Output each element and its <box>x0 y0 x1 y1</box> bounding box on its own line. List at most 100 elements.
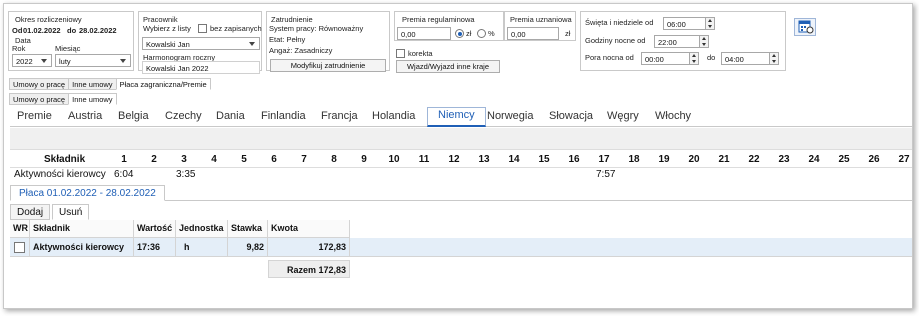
harmonogram-value: Kowalski Jan 2022 <box>146 64 209 73</box>
rok-label: Rok <box>12 44 26 53</box>
nocne-input[interactable]: 22:00 <box>654 35 709 48</box>
day-8: 8 <box>331 154 337 165</box>
main-window: Okres rozliczeniowy Od 01.02.2022 do 28.… <box>3 3 913 309</box>
premia-pct-radio[interactable] <box>477 29 486 38</box>
subtab2-inne-umowy[interactable]: Inne umowy <box>68 93 117 105</box>
tab-belgia[interactable]: Belgia <box>118 110 149 122</box>
day-grid-row: Aktywności kierowcy 6:04 3:35 7:57 <box>10 168 912 182</box>
pora-do-input[interactable]: 04:00 <box>721 52 779 65</box>
day-21: 21 <box>718 154 730 165</box>
pora-label: Pora nocna od <box>585 53 634 62</box>
premia-reg-value: 0,00 <box>401 30 416 39</box>
harmonogram-field[interactable]: Kowalski Jan 2022 <box>142 61 260 74</box>
day-2: 2 <box>151 154 157 165</box>
tab-norwegia[interactable]: Norwegia <box>487 110 533 122</box>
tab-wegry[interactable]: Węgry <box>607 110 639 122</box>
day-6: 6 <box>271 154 277 165</box>
swieta-input[interactable]: 06:00 <box>663 17 715 30</box>
calendar-settings-button[interactable] <box>794 18 816 36</box>
day-22: 22 <box>748 154 760 165</box>
tab-niemcy[interactable]: Niemcy <box>427 107 486 127</box>
row-kwota: 172,83 <box>268 238 350 256</box>
col-header-wartosc[interactable]: Wartość <box>134 220 176 238</box>
col-header-jednostka[interactable]: Jednostka <box>176 220 228 238</box>
grid-toolbar <box>10 128 912 150</box>
tab-austria[interactable]: Austria <box>68 110 102 122</box>
grid-row-label: Aktywności kierowcy <box>14 169 106 180</box>
premia-reg-input[interactable]: 0,00 <box>397 27 451 40</box>
tab-czechy[interactable]: Czechy <box>165 110 202 122</box>
swieta-spinner[interactable] <box>705 18 714 29</box>
swieta-label: Święta i niedziele od <box>585 18 654 27</box>
day-11: 11 <box>418 154 430 165</box>
action-bar: Dodaj Usuń <box>10 204 912 220</box>
col-header-skladnik[interactable]: Składnik <box>30 220 134 238</box>
wjazd-wyjazd-button[interactable]: Wjazd/Wyjazd inne kraje <box>396 60 500 73</box>
pora-od-spinner[interactable] <box>689 53 698 64</box>
day-25: 25 <box>838 154 850 165</box>
korekta-checkbox[interactable] <box>396 49 405 58</box>
subtab-umowy-o-prace[interactable]: Umowy o pracę <box>9 78 70 90</box>
premia-uzn-title: Premia uznaniowa <box>510 15 572 24</box>
col-header-stawka[interactable]: Stawka <box>228 220 268 238</box>
tab-dania[interactable]: Dania <box>216 110 245 122</box>
tab-wlochy[interactable]: Włochy <box>655 110 691 122</box>
day-12: 12 <box>448 154 460 165</box>
subtab2-umowy-o-prace[interactable]: Umowy o pracę <box>9 93 70 105</box>
miesiac-select[interactable]: luty <box>55 54 131 67</box>
pora-do-value: 04:00 <box>725 55 744 64</box>
pracownik-title: Pracownik <box>143 15 178 24</box>
placa-tab[interactable]: Płaca 01.02.2022 - 28.02.2022 <box>10 185 165 201</box>
subtabs-row1: Umowy o pracę Inne umowy Płaca zagranicz… <box>9 78 211 90</box>
premia-uzn-input[interactable]: 0,00 <box>507 27 559 40</box>
day-grid-header: Składnik 1 2 3 4 5 6 7 8 9 10 11 12 13 1… <box>10 150 912 168</box>
table-row[interactable]: Aktywności kierowcy 17:36 h 9,82 172,83 <box>10 238 912 257</box>
okres-od-label: Od <box>12 26 23 35</box>
premia-pct-label: % <box>488 29 495 38</box>
dodaj-button[interactable]: Dodaj <box>10 204 51 220</box>
grid-cell-day-3[interactable]: 3:35 <box>176 169 195 180</box>
wr-checkbox[interactable] <box>14 242 25 253</box>
usun-button[interactable]: Usuń <box>52 204 90 220</box>
day-15: 15 <box>538 154 550 165</box>
rok-select[interactable]: 2022 <box>12 54 52 67</box>
tab-finlandia[interactable]: Finlandia <box>261 110 306 122</box>
tab-holandia[interactable]: Holandia <box>372 110 415 122</box>
day-5: 5 <box>241 154 247 165</box>
bez-zapisanych-checkbox[interactable] <box>198 24 207 33</box>
premia-zl-radio[interactable] <box>455 29 464 38</box>
day-1: 1 <box>121 154 127 165</box>
col-header-kwota[interactable]: Kwota <box>268 220 350 238</box>
day-9: 9 <box>361 154 367 165</box>
modyfikuj-zatrudnienie-button[interactable]: Modyfikuj zatrudnienie <box>270 59 386 72</box>
tab-premie[interactable]: Premie <box>17 110 52 122</box>
premia-uzn-zl-label: zł <box>565 29 571 38</box>
pracownik-value: Kowalski Jan <box>146 40 190 49</box>
col-header-wr[interactable]: WR <box>10 220 30 238</box>
wybierz-label: Wybierz z listy <box>143 24 191 33</box>
filter-panel: Okres rozliczeniowy Od 01.02.2022 do 28.… <box>4 4 912 76</box>
nocne-spinner[interactable] <box>699 36 708 47</box>
row-jednostka: h <box>176 238 228 256</box>
pora-od-input[interactable]: 00:00 <box>641 52 699 65</box>
okres-od-value: 01.02.2022 <box>23 26 61 35</box>
subtab-placa-zagraniczna[interactable]: Płaca zagraniczna/Premie <box>115 78 211 90</box>
okres-do-label: do <box>67 26 77 35</box>
subtab-inne-umowy[interactable]: Inne umowy <box>68 78 117 90</box>
okres-group: Okres rozliczeniowy Od 01.02.2022 do 28.… <box>8 11 134 71</box>
subtabs-row2: Umowy o pracę Inne umowy <box>9 93 117 105</box>
pracownik-select[interactable]: Kowalski Jan <box>142 37 260 50</box>
angaz: Angaż: Zasadniczy <box>269 46 333 55</box>
day-18: 18 <box>628 154 640 165</box>
miesiac-value: luty <box>59 57 71 66</box>
korekta-label: korekta <box>408 49 433 58</box>
tab-slowacja[interactable]: Słowacja <box>549 110 593 122</box>
tab-francja[interactable]: Francja <box>321 110 358 122</box>
calendar-icon <box>798 20 814 34</box>
row-skladnik: Aktywności kierowcy <box>30 238 134 256</box>
grid-cell-day-17[interactable]: 7:57 <box>596 169 615 180</box>
total-kwota: Razem 172,83 <box>268 260 350 278</box>
day-23: 23 <box>778 154 790 165</box>
pora-do-spinner[interactable] <box>769 53 778 64</box>
grid-cell-day-1[interactable]: 6:04 <box>114 169 133 180</box>
